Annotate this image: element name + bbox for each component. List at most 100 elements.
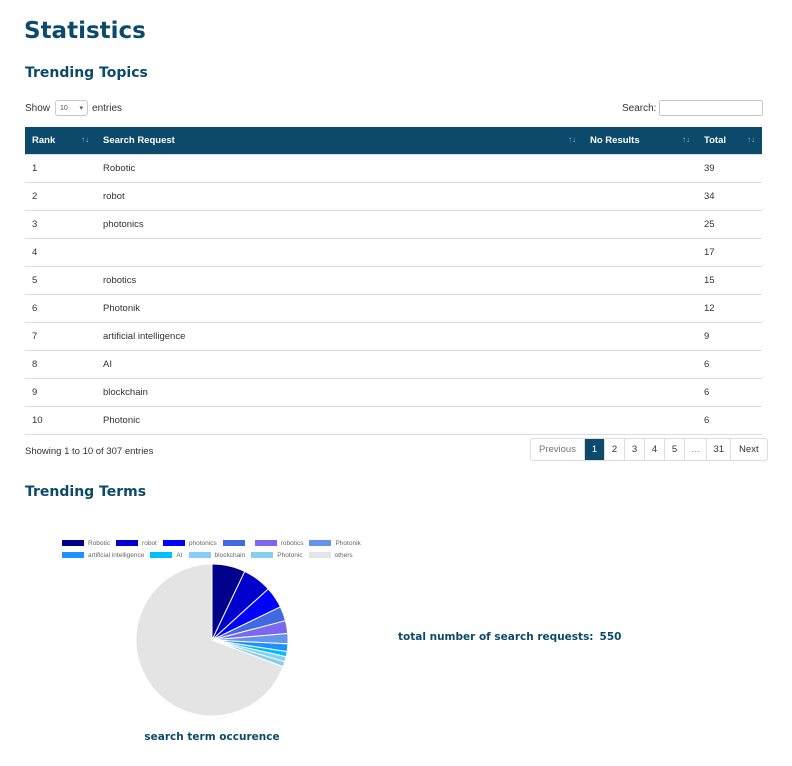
select-arrows-icon: ▾ (79, 105, 84, 112)
chart-caption: search term occurence (144, 731, 280, 743)
trending-topics-table: Rank ↑↓ Search Request ↑↓ No Results ↑↓ … (25, 127, 762, 435)
search-request-cell: robotics (96, 266, 583, 295)
legend-swatch (116, 540, 139, 546)
page-button-2[interactable]: 2 (603, 439, 624, 460)
search-input[interactable] (659, 100, 764, 116)
page-title: Statistics (24, 18, 146, 44)
search-term-pie-chart (135, 563, 289, 717)
no-results-cell (583, 378, 697, 407)
no-results-cell (583, 294, 697, 323)
table-row: 8 AI 6 (25, 350, 762, 379)
entries-select[interactable]: 10 ▾ (55, 100, 89, 116)
legend-row: artificial intelligence AI blockchain Photo… (62, 549, 382, 561)
legend-swatch (62, 552, 84, 558)
legend-swatch (150, 552, 173, 558)
pagination: Previous 1 2 3 4 5 … 31 Next (530, 438, 768, 461)
total-search-requests: total number of search requests: 550 (398, 631, 621, 643)
legend-label: Photonik (335, 539, 361, 547)
legend-item[interactable]: robotics (254, 539, 304, 547)
column-label: Search Request (103, 135, 175, 146)
rank-cell: 7 (25, 322, 96, 351)
rank-cell: 5 (25, 266, 96, 295)
legend-swatch (251, 552, 274, 558)
chart-legend: Robotic robot photonics robotics Photonik art… (62, 537, 382, 561)
legend-item[interactable]: others (308, 551, 353, 559)
legend-label: AI (176, 551, 183, 559)
legend-item[interactable]: robot (116, 540, 157, 547)
total-cell: 6 (697, 378, 762, 407)
page-button-3[interactable]: 3 (623, 439, 644, 460)
total-cell: 15 (697, 266, 762, 295)
legend-item[interactable] (222, 540, 249, 546)
legend-label: others (334, 551, 353, 559)
sort-icon: ↑↓ (747, 135, 755, 144)
legend-item[interactable]: Photonic (251, 551, 303, 559)
no-results-cell (583, 350, 697, 379)
legend-item[interactable]: photonics (162, 539, 217, 547)
search-request-cell: artificial intelligence (96, 322, 583, 351)
legend-item[interactable]: Photonik (309, 539, 361, 547)
total-cell: 17 (697, 238, 762, 267)
table-row: 2 robot 34 (25, 182, 762, 211)
rank-cell: 2 (25, 182, 96, 211)
entries-select-value: 10 (60, 104, 68, 112)
table-row: 5 robotics 15 (25, 266, 762, 295)
legend-item[interactable]: AI (150, 551, 183, 559)
rank-cell: 9 (25, 378, 96, 407)
total-cell: 9 (697, 322, 762, 351)
entries-label: entries (92, 102, 123, 114)
no-results-cell (583, 182, 697, 211)
legend-swatch (188, 552, 211, 558)
sort-icon: ↑↓ (682, 135, 690, 144)
total-label: total number of search requests: (398, 631, 594, 643)
entries-length-control: Show 10 ▾ entries (25, 100, 122, 116)
no-results-cell (583, 322, 697, 351)
show-label: Show (25, 102, 51, 114)
column-label: No Results (590, 135, 640, 146)
pagination-ellipsis: … (683, 439, 707, 460)
total-cell: 34 (697, 182, 762, 211)
rank-cell: 6 (25, 294, 96, 323)
table-info: Showing 1 to 10 of 307 entries (25, 446, 154, 457)
page-button-5[interactable]: 5 (663, 439, 684, 460)
next-button[interactable]: Next (730, 439, 767, 460)
legend-item[interactable]: artificial intelligence (62, 552, 144, 559)
rank-cell: 8 (25, 350, 96, 379)
column-header-no-results[interactable]: No Results ↑↓ (583, 127, 697, 155)
rank-cell: 10 (25, 406, 96, 435)
previous-button[interactable]: Previous (531, 439, 584, 460)
legend-swatch (162, 540, 185, 546)
table-search: Search: (622, 100, 764, 116)
legend-swatch (62, 540, 84, 546)
table-row: 9 blockchain 6 (25, 378, 762, 407)
rank-cell: 1 (25, 154, 96, 183)
no-results-cell (583, 154, 697, 183)
legend-row: Robotic robot photonics robotics Photonik (62, 537, 382, 549)
legend-label: photonics (188, 539, 217, 547)
page-button-4[interactable]: 4 (643, 439, 664, 460)
legend-item[interactable]: blockchain (188, 551, 246, 559)
table-row: 7 artificial intelligence 9 (25, 322, 762, 351)
search-request-cell: AI (96, 350, 583, 379)
table-row: 10 Photonic 6 (25, 406, 762, 435)
column-header-rank[interactable]: Rank ↑↓ (25, 127, 96, 155)
legend-label: robot (142, 539, 157, 547)
legend-label: robotics (280, 539, 304, 547)
trending-terms-title: Trending Terms (25, 484, 147, 500)
column-header-total[interactable]: Total ↑↓ (697, 127, 762, 155)
search-request-cell: Photonik (96, 294, 583, 323)
legend-item[interactable]: Robotic (62, 540, 110, 547)
table-row: 1 Robotic 39 (25, 154, 762, 183)
column-header-search-request[interactable]: Search Request ↑↓ (96, 127, 583, 155)
page-button-1[interactable]: 1 (583, 439, 604, 460)
legend-label: blockchain (214, 551, 246, 559)
page-button-31[interactable]: 31 (706, 439, 730, 460)
rank-cell: 4 (25, 238, 96, 267)
search-request-cell: photonics (96, 210, 583, 239)
no-results-cell (583, 238, 697, 267)
legend-label: Photonic (277, 551, 303, 559)
total-cell: 12 (697, 294, 762, 323)
column-label: Rank (32, 135, 56, 146)
legend-swatch (222, 540, 245, 546)
total-cell: 39 (697, 154, 762, 183)
